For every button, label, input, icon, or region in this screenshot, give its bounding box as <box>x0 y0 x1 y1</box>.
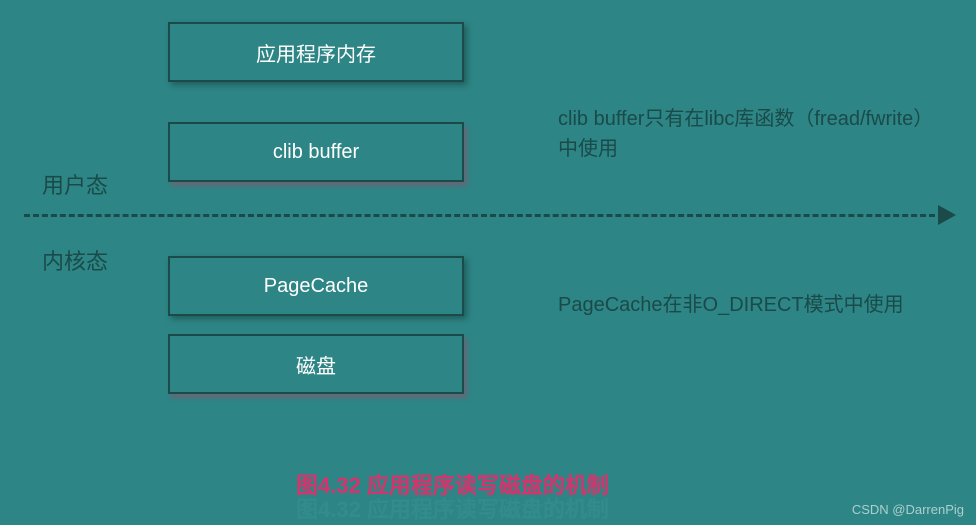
label-kernel-space: 内核态 <box>42 244 108 276</box>
divider-line <box>24 214 944 217</box>
box-app-memory-label: 应用程序内存 <box>256 38 376 67</box>
box-page-cache: PageCache <box>168 256 464 316</box>
box-clib-buffer: clib buffer <box>168 122 464 182</box>
arrow-head-icon <box>938 205 956 225</box>
box-disk: 磁盘 <box>168 334 464 394</box>
label-user-space: 用户态 <box>42 168 108 200</box>
box-page-cache-label: PageCache <box>264 275 369 298</box>
note-page-cache: PageCache在非O_DIRECT模式中使用 <box>558 290 938 320</box>
box-app-memory: 应用程序内存 <box>168 22 464 82</box>
note-clib-buffer: clib buffer只有在libc库函数（fread/fwrite）中使用 <box>558 104 938 164</box>
box-clib-buffer-label: clib buffer <box>273 141 359 164</box>
watermark-text: CSDN @DarrenPig <box>852 502 964 517</box>
box-disk-label: 磁盘 <box>296 350 336 379</box>
figure-caption-shadow: 图4.32 应用程序读写磁盘的机制 <box>296 492 609 524</box>
